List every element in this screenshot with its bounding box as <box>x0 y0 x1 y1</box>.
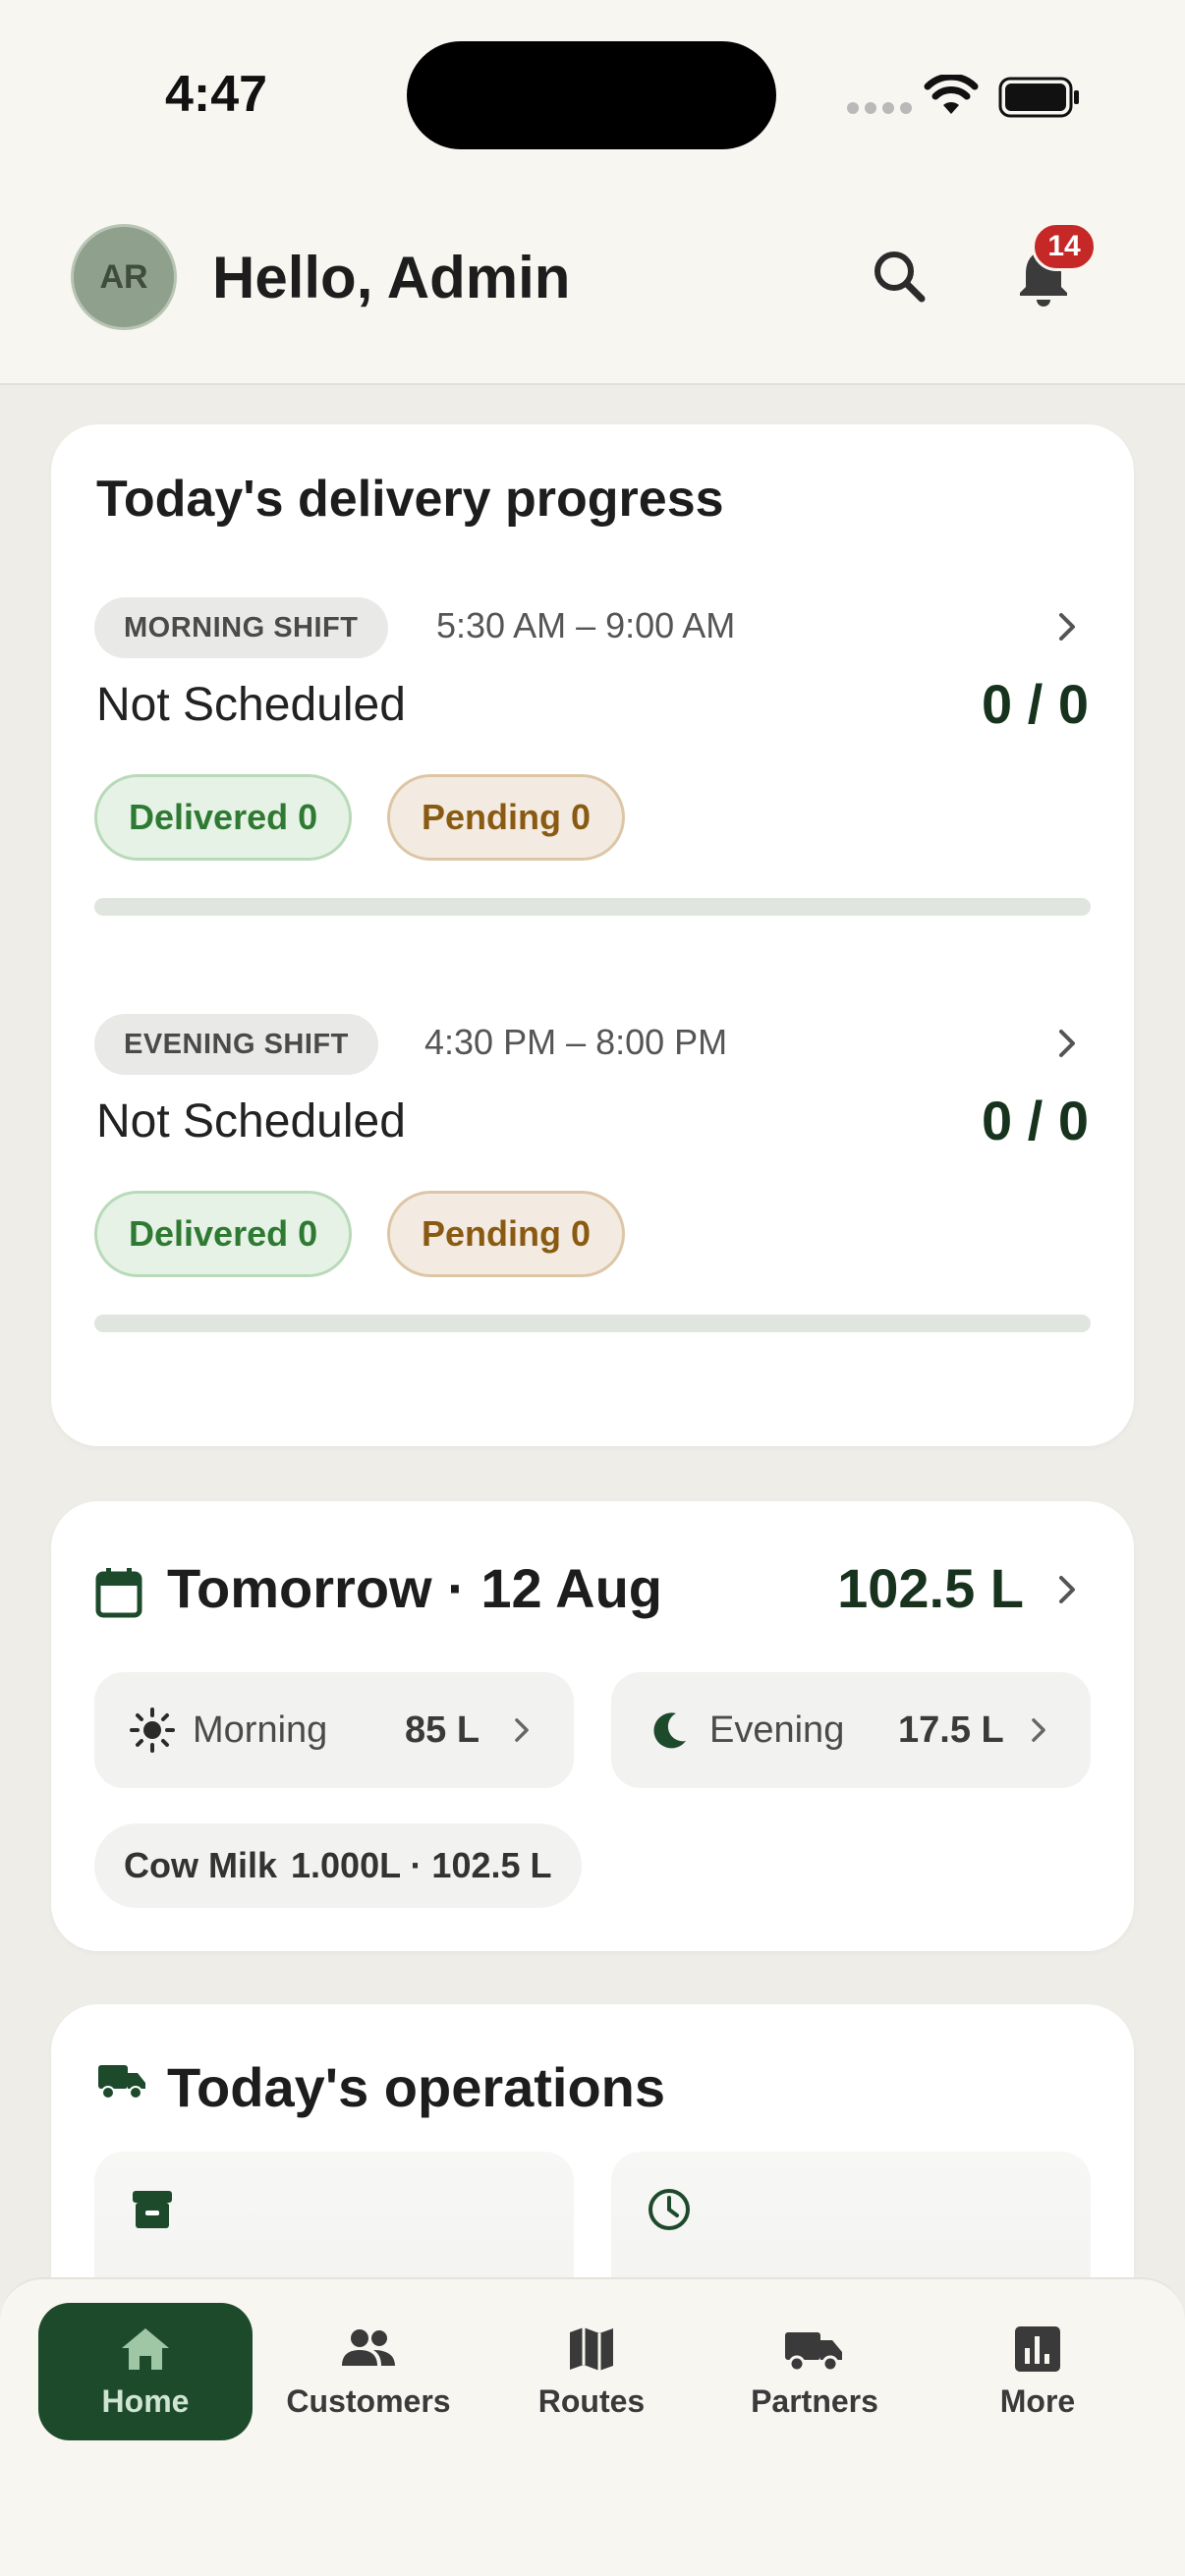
nav-routes[interactable]: Routes <box>484 2303 699 2440</box>
truck-icon <box>785 2331 842 2372</box>
battery-icon <box>998 77 1079 118</box>
dynamic-island <box>407 41 776 149</box>
status-time: 4:47 <box>165 66 268 123</box>
chevron-right-icon <box>1059 1576 1075 1603</box>
shift-count: 0 / 0 <box>982 673 1089 735</box>
home-icon <box>122 2327 169 2370</box>
nav-more[interactable]: More <box>931 2303 1145 2440</box>
shift-pill: MORNING SHIFT <box>94 597 388 658</box>
chevron-right-icon <box>1059 613 1075 641</box>
pending-chip[interactable]: Pending 0 <box>387 774 626 861</box>
sun-icon <box>130 1708 175 1753</box>
chevron-right-icon <box>1059 1030 1075 1057</box>
tomorrow-total: 102.5 L <box>837 1557 1024 1619</box>
shift-status: Not Scheduled <box>96 679 406 731</box>
nav-label: Home <box>101 2382 190 2419</box>
shift-count: 0 / 0 <box>982 1090 1089 1151</box>
nav-home[interactable]: Home <box>38 2303 253 2440</box>
chevron-right-icon <box>1032 1718 1045 1742</box>
product-detail: 1.000L · 102.5 L <box>291 1845 552 1885</box>
product-name: Cow Milk <box>124 1845 278 1885</box>
greeting-title: Hello, Admin <box>212 245 571 310</box>
morning-slot[interactable]: Morning 85 L <box>94 1672 574 1788</box>
shift-status: Not Scheduled <box>96 1095 406 1148</box>
calendar-icon <box>95 1568 142 1618</box>
search-icon <box>875 252 926 303</box>
search-button[interactable] <box>865 242 935 312</box>
operations-title: Today's operations <box>167 2056 666 2118</box>
delivery-progress-card: Today's delivery progress MORNING SHIFT … <box>51 424 1134 1446</box>
avatar[interactable]: AR <box>71 224 177 330</box>
map-icon <box>570 2326 613 2371</box>
shift-time: 5:30 AM – 9:00 AM <box>436 605 736 645</box>
nav-label: Routes <box>537 2382 646 2419</box>
progress-bar <box>94 1315 1091 1332</box>
evening-value: 17.5 L <box>898 1709 1004 1751</box>
delivery-progress-title: Today's delivery progress <box>96 471 724 528</box>
moon-icon <box>653 1712 686 1749</box>
nav-label: More <box>999 2382 1076 2419</box>
nav-label: Customers <box>286 2382 451 2419</box>
archive-icon <box>133 2191 172 2228</box>
delivered-chip[interactable]: Delivered 0 <box>94 1191 353 1277</box>
progress-bar <box>94 898 1091 916</box>
nav-partners[interactable]: Partners <box>707 2303 922 2440</box>
pending-chip[interactable]: Pending 0 <box>387 1191 626 1277</box>
morning-label: Morning <box>193 1709 328 1751</box>
shift-pill: EVENING SHIFT <box>94 1014 378 1075</box>
bottom-nav: Home Customers Routes Partners More <box>0 2277 1185 2576</box>
chart-icon <box>1015 2325 1060 2372</box>
tomorrow-title: Tomorrow · 12 Aug <box>167 1557 662 1619</box>
nav-customers[interactable]: Customers <box>261 2303 476 2440</box>
product-chip: Cow Milk 1.000L · 102.5 L <box>94 1823 582 1908</box>
clock-icon <box>649 2189 690 2230</box>
chevron-right-icon <box>515 1718 529 1742</box>
notification-badge: 14 <box>1032 222 1097 271</box>
wifi-icon <box>924 75 979 114</box>
tomorrow-card[interactable]: Tomorrow · 12 Aug 102.5 L Morning 85 L E… <box>51 1501 1134 1951</box>
delivered-chip[interactable]: Delivered 0 <box>94 774 353 861</box>
shift-time: 4:30 PM – 8:00 PM <box>424 1022 728 1062</box>
evening-label: Evening <box>709 1709 845 1751</box>
truck-icon <box>98 2065 145 2100</box>
cellular-signal-icon <box>847 102 912 114</box>
morning-value: 85 L <box>405 1709 480 1751</box>
evening-slot[interactable]: Evening 17.5 L <box>611 1672 1091 1788</box>
customers-icon <box>342 2328 395 2366</box>
app-header: 4:47 AR Hello, Admin 14 <box>0 0 1185 385</box>
nav-label: Partners <box>751 2382 878 2419</box>
